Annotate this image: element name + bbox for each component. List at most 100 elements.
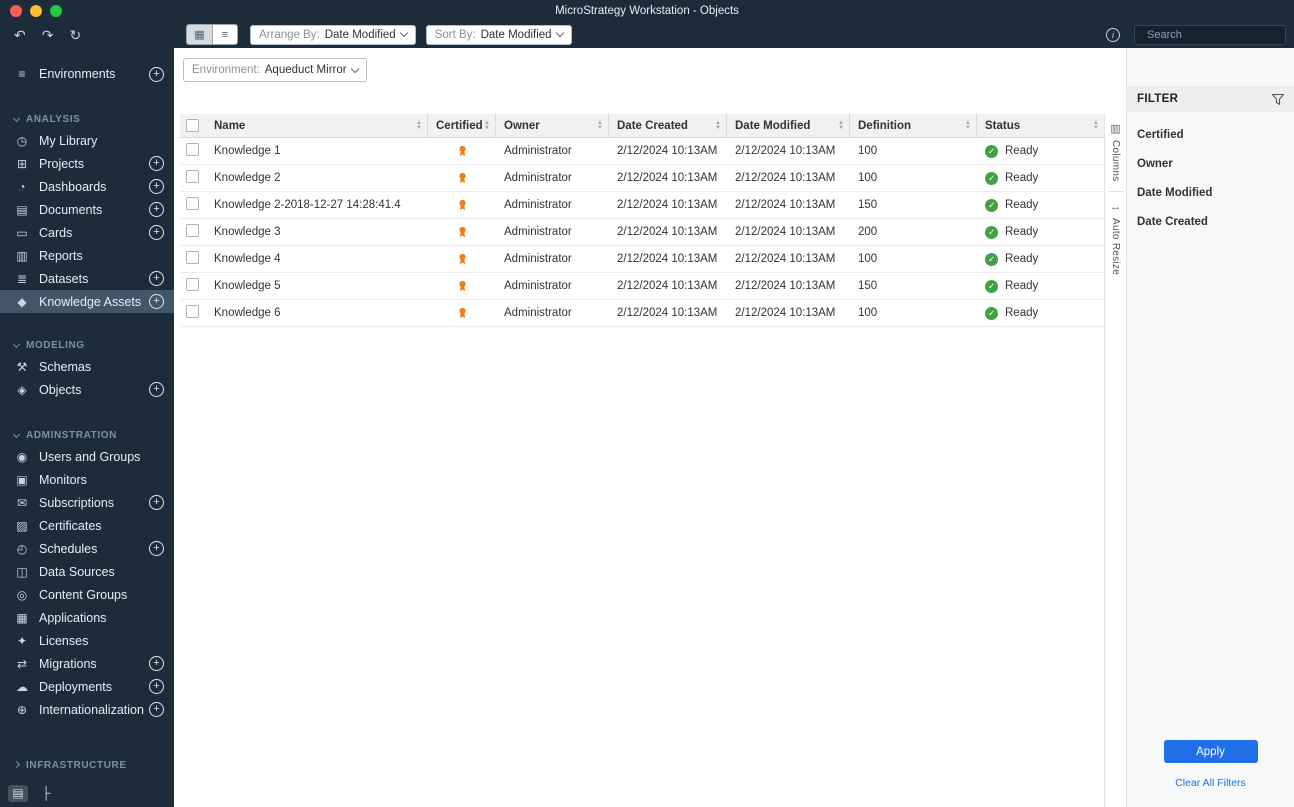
environment-value: Aqueduct Mirror [264,64,347,76]
grid-view-button[interactable]: ▦ [187,25,212,44]
apply-button[interactable]: Apply [1163,740,1258,763]
column-header-certified[interactable]: Certified [428,114,496,137]
section-infrastructure[interactable]: INFRASTRUCTURE [0,755,174,775]
add-subscription-button[interactable]: + [149,495,164,510]
sidebar-item-cards[interactable]: ▭ Cards + [0,221,174,244]
sidebar-item-knowledge-assets[interactable]: ◆ Knowledge Assets + [0,290,174,313]
add-schedule-button[interactable]: + [149,541,164,556]
row-name: Knowledge 1 [214,145,281,157]
table-row[interactable]: Knowledge 6 Administrator 2/12/2024 10:1… [180,300,1104,327]
undo-icon[interactable]: ↶ [14,28,26,42]
clear-all-filters-link[interactable]: Clear All Filters [1127,777,1294,789]
arrange-by-dropdown[interactable]: Arrange By: Date Modified [250,24,416,45]
sidebar-item-reports[interactable]: ▥ Reports [0,244,174,267]
add-knowledge-asset-button[interactable]: + [149,294,164,309]
row-definition: 100 [858,253,878,265]
row-checkbox[interactable] [186,197,199,210]
column-header-definition[interactable]: Definition [850,114,977,137]
sidebar-item-datasets[interactable]: ≣ Datasets + [0,267,174,290]
zoom-window-button[interactable] [50,5,62,17]
sidebar-item-schemas[interactable]: ⚒ Schemas [0,355,174,378]
sidebar-item-dashboards[interactable]: ◔ Dashboards + [0,175,174,198]
add-internationalization-button[interactable]: + [149,702,164,717]
list-panel-toggle-button[interactable]: ▤ [8,784,28,802]
sidebar-item-subscriptions[interactable]: ✉ Subscriptions + [0,491,174,514]
sidebar-item-schedules[interactable]: ◴ Schedules + [0,537,174,560]
projects-icon: ⊞ [16,156,28,171]
close-window-button[interactable] [10,5,22,17]
add-environment-button[interactable]: + [149,66,164,82]
section-analysis[interactable]: ANALYSIS [0,109,174,129]
search-input[interactable] [1134,24,1286,45]
table-row[interactable]: Knowledge 2-2018-12-27 14:28:41.4 Admini… [180,192,1104,219]
add-document-button[interactable]: + [149,202,164,217]
sidebar-item-objects[interactable]: ◈ Objects + [0,378,174,401]
section-administration[interactable]: ADMINSTRATION [0,425,174,445]
redo-icon[interactable]: ↷ [42,28,54,42]
refresh-icon[interactable]: ↻ [69,28,81,42]
sidebar-item-migrations[interactable]: ⇄ Migrations + [0,652,174,675]
add-object-button[interactable]: + [149,382,164,397]
sort-arrows-icon [715,121,721,131]
sidebar-item-users-and-groups[interactable]: ◉ Users and Groups [0,445,174,468]
row-checkbox[interactable] [186,143,199,156]
minimize-window-button[interactable] [30,5,42,17]
add-migration-button[interactable]: + [149,656,164,671]
filter-item-date-modified[interactable]: Date Modified [1127,178,1294,207]
documents-icon: ▤ [16,202,28,217]
sidebar-item-data-sources[interactable]: ◫ Data Sources [0,560,174,583]
sidebar-item-applications[interactable]: ▦ Applications [0,606,174,629]
sidebar-item-projects[interactable]: ⊞ Projects + [0,152,174,175]
filter-item-date-created[interactable]: Date Created [1127,207,1294,236]
column-header-date-modified[interactable]: Date Modified [727,114,850,137]
sidebar-item-internationalization[interactable]: ⊕ Internationalization + [0,698,174,721]
table-row[interactable]: Knowledge 4 Administrator 2/12/2024 10:1… [180,246,1104,273]
table-row[interactable]: Knowledge 3 Administrator 2/12/2024 10:1… [180,219,1104,246]
row-checkbox[interactable] [186,224,199,237]
column-header-status[interactable]: Status [977,114,1104,137]
sidebar-item-deployments[interactable]: ☁ Deployments + [0,675,174,698]
columns-rail-button[interactable]: Columns [1110,140,1121,182]
select-all-checkbox[interactable] [186,119,199,132]
sidebar-item-environments[interactable]: ≡ Environments + [0,61,174,87]
tree-panel-toggle-button[interactable]: ├ [36,785,56,802]
columns-icon[interactable]: ▥ [1110,122,1120,135]
funnel-icon[interactable] [1272,93,1284,105]
environment-dropdown[interactable]: Environment: Aqueduct Mirror [183,58,367,82]
auto-resize-icon[interactable]: ↔ [1110,201,1121,213]
filter-item-certified[interactable]: Certified [1127,120,1294,149]
section-modeling[interactable]: MODELING [0,335,174,355]
sidebar-item-licenses[interactable]: ✦ Licenses [0,629,174,652]
filter-item-owner[interactable]: Owner [1127,149,1294,178]
row-checkbox[interactable] [186,278,199,291]
sidebar-item-documents[interactable]: ▤ Documents + [0,198,174,221]
column-header-name[interactable]: Name [206,114,428,137]
add-card-button[interactable]: + [149,225,164,240]
auto-resize-rail-button[interactable]: Auto Resize [1110,218,1121,275]
add-dataset-button[interactable]: + [149,271,164,286]
history-controls: ↶ ↷ ↻ [0,28,174,42]
migrations-icon: ⇄ [16,656,28,671]
add-deployment-button[interactable]: + [149,679,164,694]
list-panel-icon: ▤ [12,786,24,800]
list-view-button[interactable]: ≡ [212,25,237,44]
sort-by-dropdown[interactable]: Sort By: Date Modified [425,24,572,45]
row-checkbox[interactable] [186,251,199,264]
column-header-owner[interactable]: Owner [496,114,609,137]
sidebar-item-certificates[interactable]: ▨ Certificates [0,514,174,537]
table-row[interactable]: Knowledge 5 Administrator 2/12/2024 10:1… [180,273,1104,300]
sidebar-item-my-library[interactable]: ◷ My Library [0,129,174,152]
row-checkbox[interactable] [186,170,199,183]
status-label: Ready [1005,253,1039,265]
row-checkbox[interactable] [186,305,199,318]
sidebar-item-monitors[interactable]: ▣ Monitors [0,468,174,491]
info-icon[interactable]: i [1106,27,1120,42]
add-project-button[interactable]: + [149,156,164,171]
table-row[interactable]: Knowledge 2 Administrator 2/12/2024 10:1… [180,165,1104,192]
toolbar: ↶ ↷ ↻ ▦ ≡ Arrange By: Date Modified Sort… [0,21,1294,48]
add-dashboard-button[interactable]: + [149,179,164,194]
column-header-date-created[interactable]: Date Created [609,114,727,137]
row-date-modified: 2/12/2024 10:13AM [735,172,836,184]
table-row[interactable]: Knowledge 1 Administrator 2/12/2024 10:1… [180,138,1104,165]
sidebar-item-content-groups[interactable]: ◎ Content Groups [0,583,174,606]
